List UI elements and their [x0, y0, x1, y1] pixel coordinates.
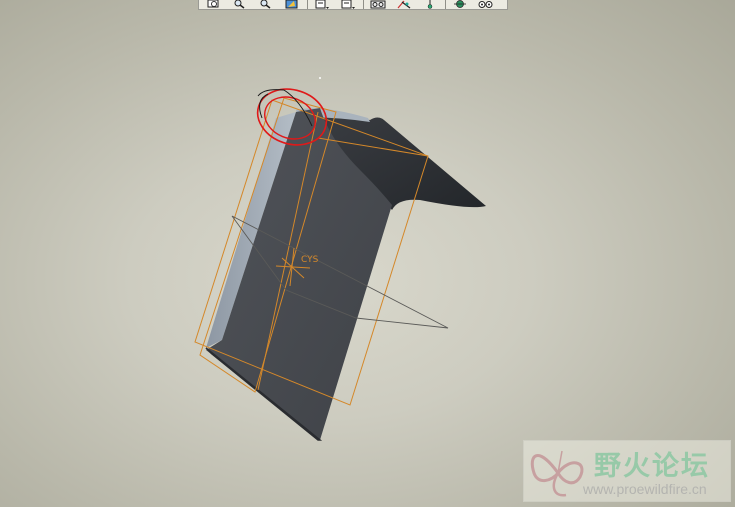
zoom-in-icon[interactable] [229, 0, 251, 9]
refit-icon[interactable] [281, 0, 303, 9]
toolbar-separator [307, 0, 308, 9]
toolbar-separator [363, 0, 364, 9]
butterfly-logo-icon [530, 450, 584, 497]
watermark-url: www.proewildfire.cn [583, 481, 707, 497]
zoom-out-icon[interactable] [255, 0, 277, 9]
visibility-icon[interactable] [475, 0, 497, 9]
view-toolbar [198, 0, 508, 10]
csys-label: CYS [301, 255, 319, 265]
watermark-title: 野火论坛 [594, 451, 710, 482]
saved-view-icon[interactable] [311, 0, 333, 9]
datum-axis-icon[interactable] [393, 0, 415, 9]
spin-center-icon[interactable] [449, 0, 471, 9]
model-viewport[interactable]: CYS [0, 0, 735, 507]
view-orient-icon[interactable] [337, 0, 359, 9]
graphics-window[interactable]: CYS 野火论坛 www.proewildfire.cn [0, 0, 735, 507]
zoom-window-icon[interactable] [203, 0, 225, 9]
site-watermark: 野火论坛 www.proewildfire.cn [523, 440, 731, 502]
model-tree-icon[interactable] [367, 0, 389, 9]
toolbar-separator [445, 0, 446, 9]
datum-point-tool-icon[interactable] [419, 0, 441, 9]
datum-point-icon[interactable] [319, 77, 321, 79]
